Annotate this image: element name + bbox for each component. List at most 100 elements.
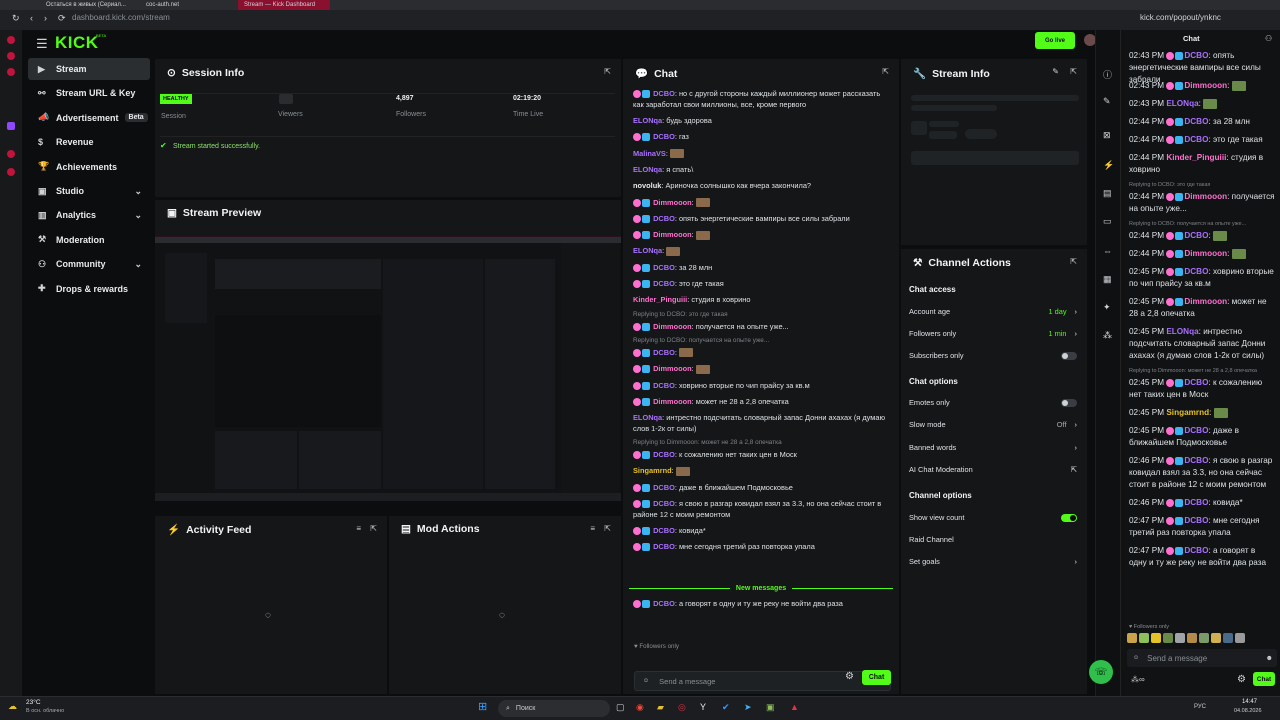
folder-icon[interactable]: ▰ (657, 702, 664, 713)
chat-username[interactable]: DCBO (1184, 135, 1208, 144)
weather-icon[interactable]: ☁ (8, 701, 17, 712)
chat-username[interactable]: ELONqa (633, 116, 662, 125)
forward-icon[interactable]: › (44, 13, 47, 23)
check-app-icon[interactable]: ✔ (722, 702, 730, 713)
tool-icon[interactable]: ⊠ (1103, 130, 1111, 141)
slow-mode-row[interactable]: Slow mode Off › (909, 420, 1077, 429)
popout-icon[interactable]: ⇱ (1070, 257, 1077, 266)
sidebar-item-stream[interactable]: ▶ Stream (28, 58, 150, 80)
chat-username[interactable]: DCBO (653, 214, 675, 223)
chat-username[interactable]: DCBO (653, 89, 675, 98)
wrench-icon[interactable]: ✦ (1103, 302, 1111, 313)
chat-username[interactable]: DCBO (1184, 231, 1208, 240)
smiley-icon[interactable]: ☻ (1266, 655, 1273, 662)
sidebar-item-analytics[interactable]: ▥ Analytics ⌄ (28, 204, 150, 226)
app-icon-3[interactable] (7, 68, 15, 76)
sidebar-item-achievements[interactable]: 🏆 Achievements (28, 156, 150, 178)
preview-video[interactable] (155, 236, 621, 501)
chat-username[interactable]: Dimmooon (1184, 81, 1227, 90)
go-live-button[interactable]: Go live (1035, 32, 1075, 49)
refresh-icon[interactable]: ↻ (12, 13, 20, 24)
account-age-row[interactable]: Account age 1 day › (909, 307, 1077, 316)
support-icon[interactable]: ☏ (1089, 660, 1113, 684)
emote-icon[interactable]: ☺ (1133, 655, 1139, 661)
chat-username[interactable]: DCBO (653, 450, 675, 459)
gear-icon[interactable]: ⚙ (1237, 674, 1246, 685)
chat-username[interactable]: DCBO (1184, 426, 1208, 435)
chat-icon[interactable]: ▭ (1103, 216, 1112, 227)
back-icon[interactable]: ‹ (30, 13, 33, 23)
chat-username[interactable]: ELONqa (1166, 327, 1198, 336)
chat-username[interactable]: Singamrnd (633, 466, 672, 475)
sidebar-item-advertisement[interactable]: 📣 Advertisement Beta (28, 107, 150, 129)
windows-start-icon[interactable]: ⊞ (478, 700, 487, 713)
browser-tab-1[interactable]: Остаться в живых (Сериал... (40, 0, 135, 10)
emote-bar[interactable] (1127, 633, 1275, 645)
popout-icon[interactable]: ⇱ (1070, 67, 1077, 76)
chat-username[interactable]: DCBO (653, 542, 675, 551)
twitch-icon[interactable] (7, 122, 15, 130)
browser-tab-2[interactable]: coc-auth.net (140, 0, 230, 10)
sidebar-item-drops-rewards[interactable]: ✚ Drops & rewards (28, 278, 150, 300)
kick-logo[interactable]: KICK (55, 33, 99, 53)
edit-icon[interactable]: ✎ (1052, 67, 1059, 76)
chat-username[interactable]: DCBO (1184, 546, 1208, 555)
filter-icon[interactable]: ≡ (356, 524, 361, 533)
list-icon[interactable]: ▤ (1103, 188, 1112, 199)
chat-username[interactable]: DCBO (653, 263, 675, 272)
chat-username[interactable]: MalinaVS (633, 149, 666, 158)
filter-icon[interactable]: ≡ (590, 524, 595, 533)
popout-icon[interactable]: ⇱ (604, 67, 611, 76)
share-icon[interactable]: ⁂ (1103, 330, 1112, 341)
reload-icon[interactable]: ⟳ (58, 13, 66, 24)
chat-username[interactable]: DCBO (653, 381, 675, 390)
set-goals-row[interactable]: Set goals › (909, 557, 1077, 566)
sidebar-item-stream-url-key[interactable]: ⚯ Stream URL & Key (28, 82, 150, 104)
chrome-icon[interactable]: ◉ (636, 702, 644, 713)
chat-username[interactable]: Kinder_Pinguiii (633, 295, 687, 304)
chat-username[interactable]: DCBO (653, 132, 675, 141)
app-icon[interactable]: ▣ (766, 702, 775, 713)
address-bar-right[interactable]: kick.com/popout/ynknc (1140, 13, 1221, 22)
chat-username[interactable]: DCBO (653, 499, 675, 508)
sidebar-item-studio[interactable]: ▣ Studio ⌄ (28, 180, 150, 202)
chat-username[interactable]: Dimmooon (1184, 249, 1227, 258)
chat-username[interactable]: DCBO (1184, 117, 1208, 126)
share-icon[interactable]: ⁂∞ (1131, 675, 1145, 684)
gear-icon[interactable]: ⚙ (845, 671, 854, 682)
pencil-icon[interactable]: ✎ (1103, 96, 1111, 107)
chat-username[interactable]: ELONqa (633, 165, 662, 174)
app-icon-1[interactable] (7, 36, 15, 44)
emote-icon[interactable]: ☺ (643, 678, 649, 684)
chat-username[interactable]: DCBO (1184, 378, 1208, 387)
subscribers-only-toggle[interactable] (1061, 351, 1077, 360)
app-icon-2[interactable] (7, 52, 15, 60)
chat-username[interactable]: Kinder_Pinguiii (1166, 153, 1226, 162)
app-icon-4[interactable] (7, 150, 15, 158)
popout-icon[interactable]: ⇱ (882, 67, 889, 76)
chat-username[interactable]: DCBO (1184, 516, 1208, 525)
chat-username[interactable]: ELONqa (633, 413, 662, 422)
taskbar-search[interactable]: ⌕ Поиск (498, 700, 610, 717)
chat-username[interactable]: Dimmooon (653, 230, 692, 239)
telegram-icon[interactable]: ➤ (744, 702, 752, 713)
chat-username[interactable]: DCBO (1184, 456, 1208, 465)
obs-icon[interactable]: ▲ (790, 702, 799, 712)
chat-username[interactable]: ELONqa (1166, 99, 1198, 108)
sidebar-item-community[interactable]: ⚇ Community ⌄ (28, 253, 150, 275)
chat-username[interactable]: Dimmooon (653, 397, 692, 406)
menu-icon[interactable]: ☰ (36, 36, 48, 52)
sidebar-item-moderation[interactable]: ⚒ Moderation (28, 229, 150, 251)
popout-chat-input[interactable]: ☺ Send a message ☻ (1127, 649, 1277, 667)
chat-username[interactable]: DCBO (1184, 498, 1208, 507)
chat-messages[interactable]: DCBO: но с другой стороны каждый миллион… (623, 86, 899, 556)
chat-username[interactable]: DCBO (1184, 267, 1208, 276)
popout-icon[interactable]: ⇱ (604, 524, 611, 533)
browser-tab-active[interactable]: Stream — Kick Dashboard (238, 0, 330, 10)
link-icon[interactable]: ⇔ (1103, 246, 1112, 256)
raid-channel-row[interactable]: Raid Channel (909, 535, 1077, 544)
chat-username[interactable]: Singamrnd (1166, 408, 1209, 417)
chat-username[interactable]: Dimmooon (1184, 297, 1227, 306)
chat-username[interactable]: novoluk (633, 181, 661, 190)
followers-only-row[interactable]: Followers only 1 min › (909, 329, 1077, 338)
